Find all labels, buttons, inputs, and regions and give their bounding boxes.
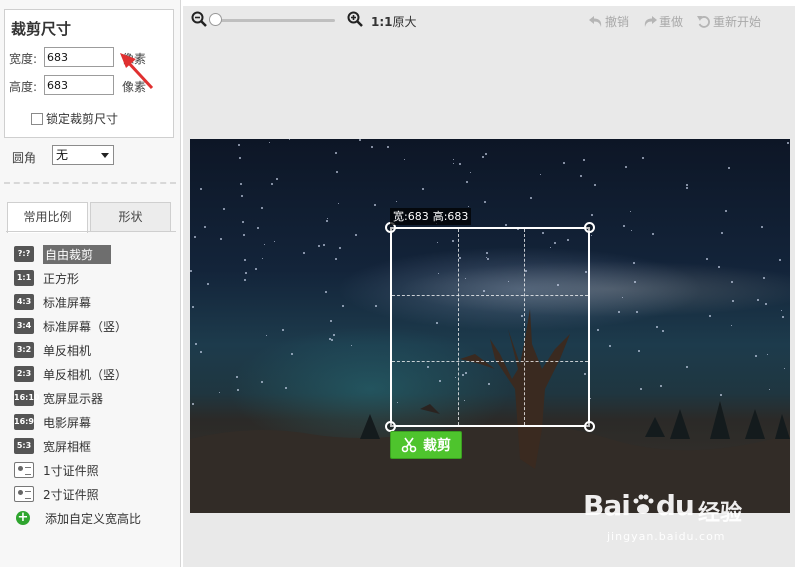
ratio-item-1-inch-id[interactable]: 1寸证件照: [14, 461, 99, 479]
tab-shape[interactable]: 形状: [90, 202, 171, 232]
ratio-item-4-3[interactable]: 4:3 标准屏幕: [14, 293, 91, 311]
ratio-icon: 5:3: [14, 438, 34, 454]
ratio-label: 1寸证件照: [43, 463, 99, 478]
ratio-label: 单反相机（竖）: [43, 367, 128, 382]
ratio-item-3-2[interactable]: 3:2 单反相机: [14, 341, 91, 359]
ratio-label: 标准屏幕（竖）: [43, 319, 128, 334]
ratio-label: 正方形: [43, 271, 80, 286]
redo-button[interactable]: 重做: [643, 13, 683, 30]
restart-label: 重新开始: [713, 15, 762, 29]
crop-button[interactable]: 裁剪: [390, 431, 462, 459]
zoom-slider[interactable]: [215, 19, 335, 22]
undo-label: 撤销: [605, 15, 630, 29]
scissors-icon: [401, 437, 417, 453]
ratio-label: 标准屏幕: [43, 295, 92, 310]
crop-handle-top-right[interactable]: [584, 222, 595, 233]
corner-select[interactable]: 无: [52, 145, 114, 165]
width-label: 宽度:: [9, 52, 38, 66]
ratio-label: 自由裁剪: [43, 244, 112, 264]
ratio-icon: 2:3: [14, 366, 34, 382]
add-custom-ratio-label: 添加自定义宽高比: [45, 511, 142, 526]
ratio-label: 电影屏幕: [43, 415, 92, 430]
grid-line: [392, 295, 588, 296]
undo-button[interactable]: 撤销: [589, 13, 629, 30]
watermark-brand-end: du: [655, 489, 695, 522]
id-photo-icon: [14, 486, 34, 502]
watermark-url: jingyan.baidu.com: [607, 530, 726, 543]
grid-line: [458, 229, 459, 425]
height-input[interactable]: [44, 75, 114, 95]
watermark-product: 经验: [698, 501, 743, 526]
grid-line: [524, 229, 525, 425]
ratio-label: 宽屏相框: [43, 439, 92, 454]
left-panel: 裁剪尺寸 宽度: 像素 高度: 像素 锁定裁剪尺寸 圆角 无 常用比例 形状 ?…: [0, 0, 181, 567]
restart-button[interactable]: 重新开始: [697, 13, 761, 30]
zoom-out-icon[interactable]: [191, 11, 207, 27]
baidu-jingyan-watermark: Bai du 经验 jingyan.baidu.com: [583, 477, 783, 557]
ratio-icon: 1:1: [14, 270, 34, 286]
crop-size-title: 裁剪尺寸: [11, 20, 72, 38]
tab-underline: [6, 231, 176, 232]
ratio-label: 2寸证件照: [43, 487, 99, 502]
image-canvas[interactable]: 宽:683 高:683 裁剪: [190, 139, 790, 513]
ratio-item-16-9[interactable]: 16:9 电影屏幕: [14, 413, 91, 431]
original-size-button[interactable]: 1:1原大: [371, 13, 417, 30]
checkbox-icon[interactable]: [31, 112, 43, 125]
id-photo-icon: [14, 462, 34, 478]
ratio-icon: 16:9: [14, 414, 34, 430]
height-label: 高度:: [9, 80, 38, 94]
ratio-item-16-10[interactable]: 16:10 宽屏显示器: [14, 389, 103, 407]
crop-size-panel: 裁剪尺寸 宽度: 像素 高度: 像素 锁定裁剪尺寸: [4, 9, 174, 138]
width-input[interactable]: [44, 47, 114, 67]
undo-icon: [589, 16, 602, 27]
crop-button-label: 裁剪: [423, 438, 451, 454]
zoom-in-icon[interactable]: [347, 11, 363, 27]
chevron-down-icon: [101, 153, 109, 158]
original-size-label: 原大: [392, 15, 417, 29]
lock-size-label: 锁定裁剪尺寸: [46, 112, 119, 126]
divider: [4, 182, 176, 184]
watermark-brand-start: Bai: [583, 489, 631, 522]
ratio-label: 宽屏显示器: [43, 391, 104, 406]
ratio-item-2-3[interactable]: 2:3 单反相机（竖）: [14, 365, 127, 383]
crop-height-readout: 高:683: [432, 210, 469, 223]
crop-box[interactable]: [385, 222, 595, 432]
ratio-icon: 3:4: [14, 318, 34, 334]
crop-dimensions-label: 宽:683 高:683: [390, 208, 472, 225]
paw-logo-icon: [633, 494, 654, 514]
crop-width-readout: 宽:683: [393, 210, 429, 223]
watermark-brand: Bai du: [583, 489, 695, 522]
tab-bar: 常用比例 形状: [6, 202, 176, 233]
ratio-icon: 3:2: [14, 342, 34, 358]
original-size-ratio: 1:1: [371, 15, 393, 29]
ratio-item-1-1[interactable]: 1:1 正方形: [14, 269, 79, 287]
free-ratio-icon: ?:?: [14, 246, 34, 262]
restart-icon: [697, 16, 710, 28]
ratio-item-2-inch-id[interactable]: 2寸证件照: [14, 485, 99, 503]
tab-common-ratio[interactable]: 常用比例: [7, 202, 88, 233]
ratio-item-3-4[interactable]: 3:4 标准屏幕（竖）: [14, 317, 127, 335]
ratio-icon: 16:10: [14, 390, 39, 406]
zoom-slider-handle[interactable]: [209, 13, 222, 26]
grid-line: [392, 361, 588, 362]
ratio-label: 单反相机: [43, 343, 92, 358]
ratio-icon: 4:3: [14, 294, 34, 310]
add-custom-ratio-button[interactable]: + 添加自定义宽高比: [14, 509, 141, 527]
lock-size-checkbox[interactable]: 锁定裁剪尺寸: [31, 110, 118, 127]
redo-icon: [644, 16, 657, 27]
corner-label: 圆角: [12, 151, 37, 165]
redo-label: 重做: [659, 15, 684, 29]
annotation-arrow-icon: [120, 53, 154, 90]
plus-circle-icon: +: [16, 510, 30, 525]
ratio-item-5-3[interactable]: 5:3 宽屏相框: [14, 437, 91, 455]
ratio-item-free[interactable]: ?:? 自由裁剪: [14, 244, 112, 264]
corner-select-value: 无: [56, 148, 69, 162]
crop-handle-bottom-right[interactable]: [584, 421, 595, 432]
toolbar: 1:1原大 撤销 重做 重新开始: [183, 6, 795, 34]
